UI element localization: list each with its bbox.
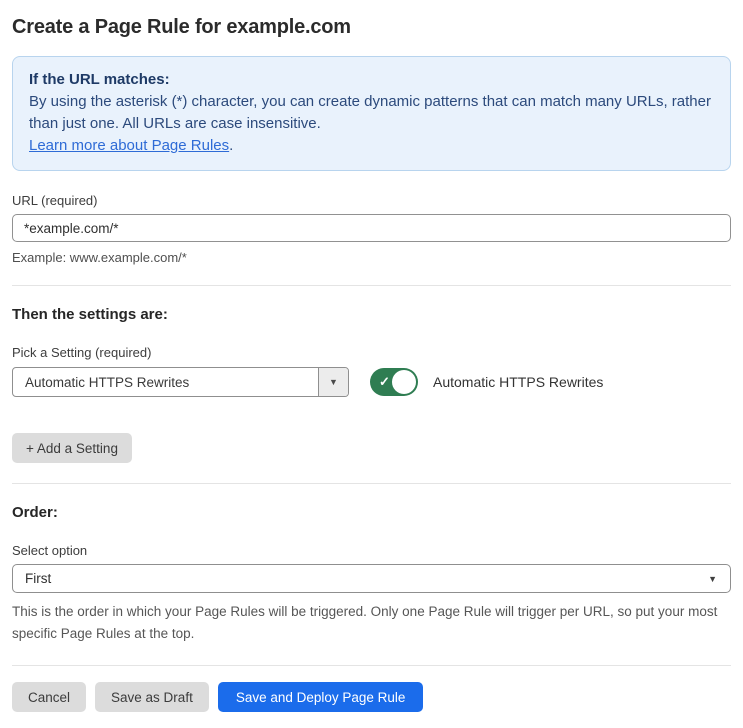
info-box-body: By using the asterisk (*) character, you… xyxy=(29,93,711,132)
divider xyxy=(12,285,731,286)
toggle-knob xyxy=(392,370,416,394)
info-box-link-line: Learn more about Page Rules. xyxy=(29,135,714,157)
cancel-button[interactable]: Cancel xyxy=(12,682,87,712)
url-example-text: Example: www.example.com/* xyxy=(12,250,187,265)
setting-toggle-group: ✓ Automatic HTTPS Rewrites xyxy=(370,368,603,396)
link-suffix: . xyxy=(229,137,234,154)
page-title: Create a Page Rule for example.com xyxy=(12,16,351,38)
setting-dropdown[interactable]: Automatic HTTPS Rewrites ▼ xyxy=(12,367,349,397)
footer-buttons: Cancel Save as Draft Save and Deploy Pag… xyxy=(12,682,731,712)
info-box-heading: If the URL matches: xyxy=(29,71,170,88)
setting-dropdown-value: Automatic HTTPS Rewrites xyxy=(25,374,190,390)
dropdown-arrow-button[interactable]: ▼ xyxy=(318,368,348,396)
url-match-info-box: If the URL matches: By using the asteris… xyxy=(12,56,731,171)
order-select-value: First xyxy=(25,571,52,586)
add-setting-button[interactable]: + Add a Setting xyxy=(12,433,132,463)
setting-toggle[interactable]: ✓ xyxy=(370,368,418,396)
divider xyxy=(12,665,731,666)
divider xyxy=(12,483,731,484)
settings-section-heading: Then the settings are: xyxy=(12,306,168,323)
caret-down-icon: ▼ xyxy=(329,377,338,387)
pick-setting-label: Pick a Setting (required) xyxy=(12,345,152,360)
page-rule-form: Create a Page Rule for example.com If th… xyxy=(0,0,743,728)
url-field-label: URL (required) xyxy=(12,193,98,208)
order-select[interactable]: First ▼ xyxy=(12,564,731,593)
setting-toggle-label: Automatic HTTPS Rewrites xyxy=(433,374,604,390)
order-section-heading: Order: xyxy=(12,504,58,521)
setting-row: Automatic HTTPS Rewrites ▼ ✓ Automatic H… xyxy=(12,367,731,397)
order-select-label: Select option xyxy=(12,543,88,558)
check-icon: ✓ xyxy=(379,373,390,389)
caret-down-icon: ▼ xyxy=(708,573,717,584)
save-deploy-button[interactable]: Save and Deploy Page Rule xyxy=(217,682,424,712)
order-help-text: This is the order in which your Page Rul… xyxy=(12,604,718,641)
url-input[interactable] xyxy=(12,214,731,242)
learn-more-link[interactable]: Learn more about Page Rules xyxy=(29,137,229,154)
save-draft-button[interactable]: Save as Draft xyxy=(95,682,209,712)
